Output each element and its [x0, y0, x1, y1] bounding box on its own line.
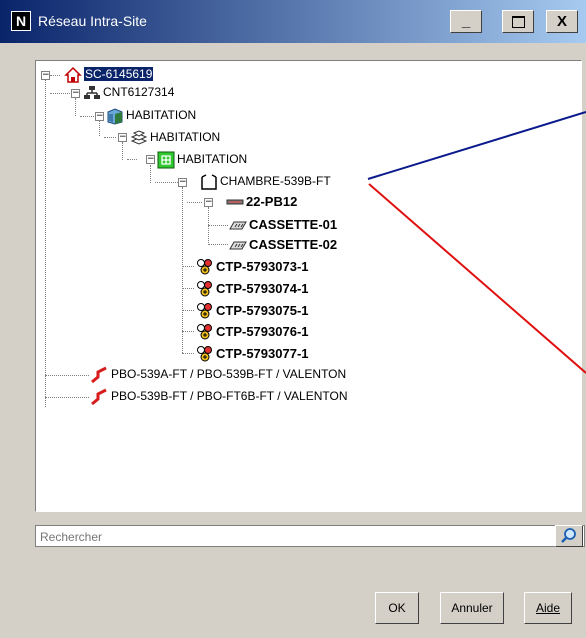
tree-connector [99, 121, 100, 136]
tree-node-label: SC-6145619 [84, 67, 154, 81]
maximize-button[interactable] [502, 10, 534, 33]
collapse-toggle[interactable]: − [146, 155, 155, 164]
cassette-icon [229, 221, 247, 230]
tree-connector [45, 80, 46, 407]
collapse-toggle[interactable]: − [118, 133, 127, 142]
cancel-button[interactable]: Annuler [440, 592, 504, 624]
tree-node-label: HABITATION [177, 152, 248, 166]
ok-button[interactable]: OK [375, 592, 419, 624]
tree-connector [150, 165, 151, 183]
tree-node-label: PBO-539A-FT / PBO-539B-FT / VALENTON [111, 367, 347, 381]
app-logo-icon: N [11, 11, 31, 31]
tree-connector [80, 116, 94, 117]
tree-connector [75, 98, 76, 116]
tree-view[interactable]: − − − − − − − SC-6145619 CNT6127314 HABI… [35, 60, 582, 512]
tree-node-label: CASSETTE-01 [249, 217, 338, 232]
cable-icon [91, 388, 107, 406]
tree-node-label: CTP-5793075-1 [216, 303, 309, 318]
tree-connector [208, 207, 209, 245]
tree-node-label: CTP-5793073-1 [216, 259, 309, 274]
tree-connector [50, 75, 60, 76]
minimize-button[interactable]: _ [450, 10, 482, 33]
tree-connector [182, 353, 194, 354]
network-icon [84, 86, 100, 99]
tree-connector [122, 142, 123, 160]
tree-node-label: CHAMBRE-539B-FT [220, 174, 331, 188]
tree-connector [45, 375, 89, 376]
close-button[interactable]: X [546, 10, 578, 33]
tree-connector [208, 225, 228, 226]
building-icon [107, 108, 123, 125]
tree-node-label: HABITATION [126, 108, 197, 122]
window-title: Réseau Intra-Site [38, 13, 147, 29]
floor-plan-icon [157, 151, 175, 169]
collapse-toggle[interactable]: − [204, 198, 213, 207]
floors-icon [130, 130, 148, 145]
tree-node-label: 22-PB12 [246, 194, 298, 209]
tree-node-label: HABITATION [150, 130, 221, 144]
search-icon [561, 528, 576, 543]
collapse-toggle[interactable]: − [71, 89, 80, 98]
connector-icon [197, 281, 212, 297]
title-bar[interactable]: N Réseau Intra-Site _ X [0, 0, 586, 43]
connector-icon [197, 303, 212, 319]
tree-node-label: CTP-5793076-1 [216, 324, 309, 339]
tree-connector [182, 187, 183, 353]
search-input[interactable] [38, 528, 552, 546]
splice-box-icon [226, 199, 244, 205]
tree-connector [182, 331, 194, 332]
dialog-window: N Réseau Intra-Site _ X − − − − − − − SC… [0, 0, 586, 638]
tree-node-label: PBO-539B-FT / PBO-FT6B-FT / VALENTON [111, 389, 348, 403]
search-button[interactable] [555, 525, 583, 547]
tree-node-label: CTP-5793074-1 [216, 281, 309, 296]
search-combobox[interactable] [35, 525, 585, 547]
connector-icon [197, 346, 212, 362]
tree-connector [155, 182, 180, 183]
tree-connector [104, 137, 116, 138]
tree-node-label: CNT6127314 [103, 85, 175, 99]
collapse-toggle[interactable]: − [41, 71, 50, 80]
connector-icon [197, 259, 212, 275]
connector-icon [197, 324, 212, 340]
tree-node-label: CTP-5793077-1 [216, 346, 309, 361]
tree-connector [208, 244, 228, 245]
tree-connector [187, 202, 202, 203]
collapse-toggle[interactable]: − [95, 112, 104, 121]
tree-connector [45, 397, 89, 398]
collapse-toggle[interactable]: − [178, 178, 187, 187]
tree-connector [182, 288, 194, 289]
cassette-icon [229, 241, 247, 250]
cable-icon [91, 366, 107, 384]
chamber-icon [201, 174, 217, 190]
tree-connector [182, 310, 194, 311]
house-icon [64, 66, 82, 83]
tree-connector [182, 266, 194, 267]
help-button[interactable]: Aide [524, 592, 572, 624]
tree-node-label: CASSETTE-02 [249, 237, 338, 252]
tree-connector [127, 159, 137, 160]
